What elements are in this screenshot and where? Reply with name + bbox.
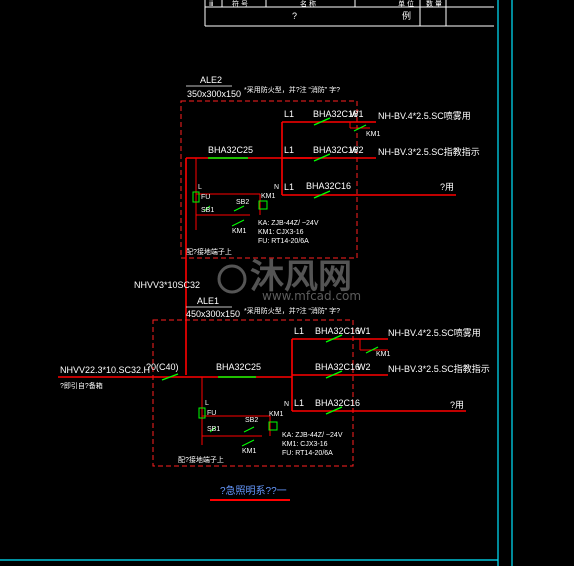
panel1-c1-contactor: KM1 [366, 131, 381, 138]
panel2-ctrl-sb1: SB1 [207, 426, 220, 433]
title-cell-5: 数 量 [426, 0, 442, 8]
panel1-spec-2: KM1: CJX3-16 [258, 229, 304, 236]
panel1-ctrl-l: L [198, 184, 202, 191]
panel1-ctrl-n: N [274, 184, 279, 191]
title-block: ⅲ 符 号 名 称 单 位 数 量 ? 例 [204, 0, 494, 27]
panel2-ctrl-km1: KM1 [269, 411, 284, 418]
panel1-c2-circuit: W2 [350, 145, 364, 155]
panel2-ctrl-n: N [284, 401, 289, 408]
panel2-c1-circuit: W1 [357, 326, 371, 336]
panel2-c3-breaker: BHA32C16 [315, 398, 360, 408]
diagram-caption: ?急照明系??一 [220, 484, 287, 497]
panel1-ctrl-sb2: SB2 [236, 199, 249, 206]
panel1-main-switch: BHA32C25 [208, 145, 253, 155]
panel2-c2-circuit: W2 [357, 362, 371, 372]
title-cell-3: 名 称 [300, 0, 316, 8]
panel1-size: 350x300x150 [187, 89, 241, 99]
panel2-ctrl-km1b: KM1 [242, 448, 257, 455]
panel-ale1: ALE1 450x300x150 *采用防火型，并?注 “消防” 字? NHVV… [58, 296, 490, 467]
watermark: 沐风网 www.mfcad.com [217, 257, 361, 303]
panel1-footer: 配?接地端子上 [186, 247, 232, 256]
title-cell-4: 单 位 [398, 0, 414, 8]
schematic-canvas: ⅲ 符 号 名 称 单 位 数 量 ? 例 ALE2 350x300x150 *… [0, 0, 513, 566]
panel2-incoming-note: ?即引自?备箱 [60, 381, 103, 390]
panel2-c3-cable: ?用 [450, 400, 464, 410]
panel1-ctrl-fu: FU [201, 194, 210, 201]
panel1-ctrl-km1: KM1 [261, 193, 276, 200]
title-cell-1: ⅲ [209, 1, 213, 8]
panel2-ctrl-l: L [205, 400, 209, 407]
panel1-c1-cable: NH-BV.4*2.5.SC喷雾用 [378, 111, 471, 121]
panel1-c3-phase: L1 [284, 182, 294, 192]
panel1-c1-phase: L1 [284, 109, 294, 119]
panel1-c3-breaker: BHA32C16 [306, 181, 351, 191]
watermark-url: www.mfcad.com [262, 289, 361, 303]
panel2-main-switch: BHA32C25 [216, 362, 261, 372]
panel2-c3-phase: L1 [294, 398, 304, 408]
panel2-size: 450x300x150 [186, 309, 240, 319]
panel1-c3-cable: ?用 [440, 182, 454, 192]
panel2-c1-cable: NH-BV.4*2.5.SC喷雾用 [388, 328, 481, 338]
panel2-ctrl-fu: FU [207, 410, 216, 417]
panel1-c2-cable: NH-BV.3*2.5.SC指教指示 [378, 146, 480, 157]
panel2-spec-2: KM1: CJX3-16 [282, 441, 328, 448]
title-row2-left: ? [292, 11, 297, 21]
panel1-ctrl-sb1: SB1 [201, 207, 214, 214]
panel2-name: ALE1 [197, 296, 219, 306]
panel1-feeder: NHVV3*10SC32 [134, 280, 200, 290]
panel2-c1-phase: L1 [294, 326, 304, 336]
panel1-name: ALE2 [200, 75, 222, 85]
panel1-spec-3: FU: RT14-20/6A [258, 238, 309, 245]
panel2-control-circuit: L FU SB1 SB2 KM1 KM1 N [198, 377, 289, 455]
panel1-c1-circuit: W1 [350, 109, 364, 119]
panel2-note: *采用防火型，并?注 “消防” 字? [244, 306, 340, 315]
panel2-footer: 配?接地端子上 [178, 455, 224, 464]
panel1-spec-1: KA: ZJB-44Z/ ~24V [258, 220, 319, 227]
panel2-incoming-mark: ?0(C40) [146, 362, 179, 372]
title-row2-right: 例 [402, 10, 411, 21]
panel2-c1-breaker: BHA32C16 [315, 326, 360, 336]
title-cell-2: 符 号 [232, 0, 248, 8]
panel2-ctrl-sb2: SB2 [245, 417, 258, 424]
panel1-c2-phase: L1 [284, 145, 294, 155]
panel2-spec-1: KA: ZJB-44Z/ ~24V [282, 432, 343, 439]
panel1-note: *采用防火型，并?注 “消防” 字? [244, 85, 340, 94]
panel2-incoming: NHVV22.3*10.SC32.H [60, 365, 150, 375]
panel2-spec-3: FU: RT14-20/6A [282, 450, 333, 457]
panel2-c2-breaker: BHA32C16 [315, 362, 360, 372]
panel1-ctrl-km1b: KM1 [232, 228, 247, 235]
panel2-c1-contactor: KM1 [376, 351, 391, 358]
panel2-c2-cable: NH-BV.3*2.5.SC指教指示 [388, 363, 490, 374]
